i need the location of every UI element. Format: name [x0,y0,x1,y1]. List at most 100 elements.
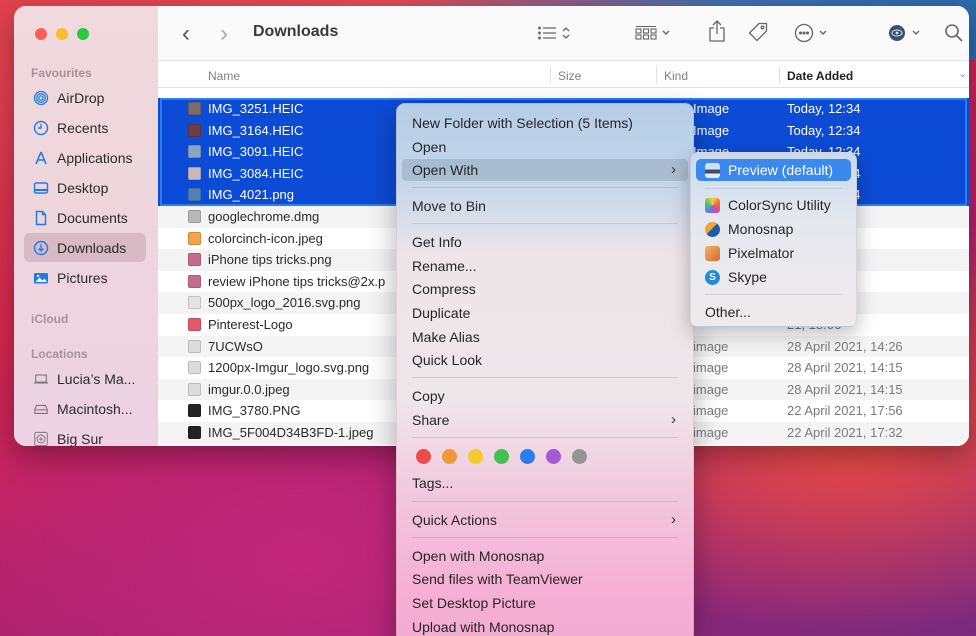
column-divider[interactable] [656,66,657,84]
sidebar-section-icloud[interactable]: iCloud [31,312,68,326]
quick-look-button[interactable] [888,24,926,42]
context-menu-item[interactable]: Rename... [402,255,688,277]
context-menu-item[interactable]: Get Info [402,231,688,253]
context-menu-item[interactable]: Open With › [402,159,688,181]
context-menu-item[interactable]: Open with Monosnap [402,545,688,567]
file-date-added: 22 April 2021, 17:56 [787,403,903,419]
menu-item-label: Make Alias [412,329,480,345]
close-window-button[interactable] [35,28,47,40]
file-kind: image [693,381,729,397]
search-button[interactable] [944,23,964,43]
submenu-item-label: Skype [728,269,767,285]
menu-item-label: Open With [412,162,479,178]
file-kind: image [693,403,729,419]
tag-icon [748,22,768,42]
forward-button[interactable]: › [220,20,228,48]
sidebar-item-airdrop[interactable]: AirDrop [24,83,146,112]
menu-item-label: Rename... [412,258,477,274]
context-menu-item[interactable]: Send files with TeamViewer [402,568,688,590]
preview-app-icon [705,162,720,178]
submenu-item-monosnap[interactable]: Monosnap [696,218,851,240]
submenu-item-pixelmator[interactable]: Pixelmator [696,242,851,264]
context-menu-item[interactable]: Tags... [402,472,688,494]
context-menu: New Folder with Selection (5 Items) Open O… [396,103,694,636]
context-menu-item[interactable]: Copy [402,385,688,407]
sidebar-item-desktop[interactable]: Desktop [24,173,146,202]
file-thumbnail-icon [188,166,201,180]
column-date-added[interactable]: Date Added [787,69,853,83]
menu-item-label: New Folder with Selection (5 Items) [412,115,633,131]
open-with-submenu: Preview (default) ColorSync Utility Mono… [690,152,857,327]
file-thumbnail-icon [188,274,201,288]
column-divider[interactable] [550,66,551,84]
tag-color-yellow[interactable] [468,449,483,464]
submenu-item-colorsync[interactable]: ColorSync Utility [696,194,851,216]
tag-color-green[interactable] [494,449,509,464]
sidebar-section-favourites: Favourites [31,66,92,80]
sidebar-item-pictures[interactable]: Pictures [24,263,146,292]
menu-item-label: Quick Actions [412,512,497,528]
share-button[interactable] [708,20,726,42]
column-kind[interactable]: Kind [664,69,688,83]
tag-color-purple[interactable] [546,449,561,464]
action-menu-button[interactable] [794,23,832,43]
pictures-icon [33,270,49,286]
sidebar-item-applications[interactable]: Applications [24,143,146,172]
back-button[interactable]: ‹ [182,20,190,48]
sidebar-item-recents[interactable]: Recents [24,113,146,142]
context-menu-item[interactable]: Make Alias [402,326,688,348]
tag-color-gray[interactable] [572,449,587,464]
file-name: 500px_logo_2016.svg.png [208,295,361,311]
file-name: Pinterest-Logo [208,316,293,332]
submenu-item-skype[interactable]: S Skype [696,266,851,288]
context-menu-item[interactable]: Set Desktop Picture [402,592,688,614]
menu-item-label: Send files with TeamViewer [412,571,583,587]
document-icon [33,210,49,226]
sidebar-item-documents[interactable]: Documents [24,203,146,232]
file-date-added: 28 April 2021, 14:15 [787,360,903,376]
file-thumbnail-icon [188,102,201,115]
file-name: 7UCWsO [208,338,263,354]
context-menu-item[interactable]: Duplicate [402,302,688,324]
view-options-button[interactable] [537,25,571,41]
minimize-window-button[interactable] [56,28,68,40]
context-menu-item[interactable]: Share › [402,409,688,431]
file-date-added: 22 April 2021, 17:32 [787,424,903,440]
tag-color-orange[interactable] [442,449,457,464]
submenu-item-label: Monosnap [728,221,794,237]
sidebar-item-downloads[interactable]: Downloads [24,233,146,262]
file-thumbnail-icon [188,209,201,223]
tag-color-blue[interactable] [520,449,535,464]
chevron-right-icon: › [220,20,228,47]
file-date-added: Today, 12:34 [787,101,861,116]
context-menu-item[interactable]: New Folder with Selection (5 Items) [402,112,688,134]
tags-button[interactable] [748,22,768,42]
zoom-window-button[interactable] [77,28,89,40]
context-menu-item[interactable]: Compress [402,278,688,300]
context-menu-item[interactable]: Move to Bin [402,195,688,217]
column-name[interactable]: Name [208,69,240,83]
context-menu-item[interactable]: Quick Actions › [402,509,688,531]
file-thumbnail-icon [188,317,201,331]
sidebar-item-macbook[interactable]: Lucia’s Ma... [24,364,146,393]
column-size[interactable]: Size [558,69,581,83]
sidebar-item-big-sur[interactable]: Big Sur [24,424,146,446]
sidebar-item-label: Downloads [57,239,127,256]
submenu-item-preview[interactable]: Preview (default) [696,159,851,181]
context-menu-item[interactable]: Quick Look [402,349,688,371]
menu-separator [412,377,678,378]
group-button[interactable] [635,25,671,41]
context-menu-item[interactable]: Open [402,136,688,158]
sidebar-item-macintosh-hd[interactable]: Macintosh... [24,394,146,423]
file-name: IMG_3091.HEIC [208,144,304,160]
menu-item-label: Open with Monosnap [412,548,545,564]
file-name: IMG_3251.HEIC [208,101,304,116]
submenu-item-other[interactable]: Other... [696,301,851,323]
file-name: review iPhone tips tricks@2x.p [208,273,386,289]
tag-color-red[interactable] [416,449,431,464]
file-kind: Image [693,101,730,116]
sort-chevron-icon[interactable]: ⌄ [958,67,967,80]
context-menu-item[interactable]: Upload with Monosnap [402,616,688,636]
group-icon [635,25,670,40]
column-divider[interactable] [779,66,780,84]
